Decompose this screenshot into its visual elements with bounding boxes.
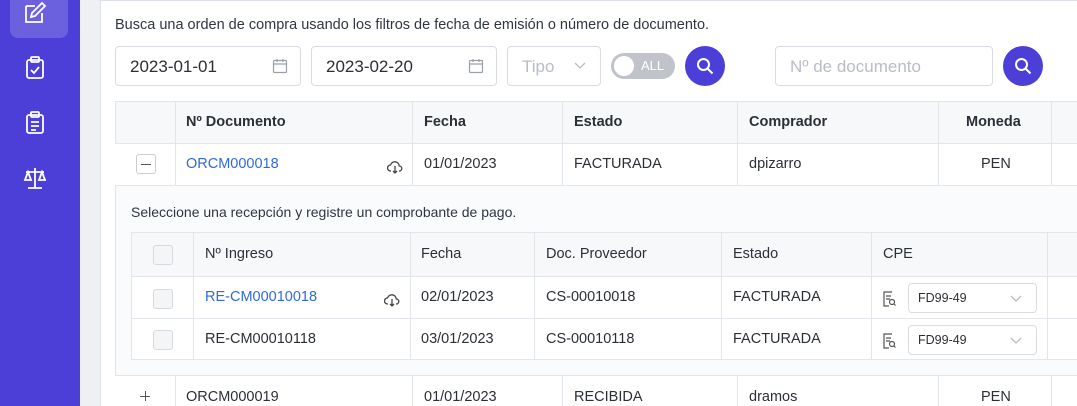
col-header-cpe[interactable]: CPE [883,246,913,262]
help-text: Busca una orden de compra usando los fil… [115,17,710,33]
order-estado: FACTURADA [574,156,662,172]
divider [175,376,176,406]
cpe-select[interactable]: FD99-49 [908,283,1037,313]
clipboard-list-icon[interactable] [22,110,48,136]
divider [115,375,1077,376]
date-from-field[interactable]: 2023-01-01 [115,46,301,86]
toggle-label: ALL [641,58,665,73]
cloud-download-icon[interactable] [384,293,400,307]
date-to-field[interactable]: 2023-02-20 [311,46,497,86]
document-search-icon[interactable] [882,291,896,307]
divider [175,101,176,185]
minus-icon [141,164,151,165]
reception-estado: FACTURADA [733,331,821,347]
doc-search-button[interactable] [1003,46,1043,86]
search-button[interactable] [685,46,725,86]
divider [410,232,411,360]
order-estado: RECIBIDA [574,389,643,405]
order-doc[interactable]: ORCM000019 [186,389,279,405]
col-header-ingreso[interactable]: Nº Ingreso [205,246,273,262]
cloud-download-icon[interactable] [387,160,403,174]
row-expand-button[interactable] [136,387,156,406]
all-toggle[interactable]: ALL [611,53,675,79]
doc-number-placeholder: Nº de documento [790,57,921,76]
divider [412,101,413,185]
divider [938,101,939,185]
sidebar [0,0,80,406]
calendar-icon [272,59,288,74]
divider [131,318,1077,319]
divider [131,276,1077,277]
plus-icon-bar [145,391,146,401]
clipboard-check-icon[interactable] [22,55,48,81]
divider [871,232,872,360]
reception-estado: FACTURADA [733,289,821,305]
divider [562,101,563,185]
col-header-documento[interactable]: Nº Documento [186,114,286,130]
date-from-value: 2023-01-01 [130,57,217,76]
cpe-select[interactable]: FD99-49 [908,325,1037,355]
col-header-doc-proveedor[interactable]: Doc. Proveedor [546,246,647,262]
search-icon [1015,58,1032,75]
col-header-comprador[interactable]: Comprador [749,114,827,130]
row-checkbox[interactable] [153,289,173,309]
col-header-fecha[interactable]: Fecha [421,246,461,262]
reception-fecha: 02/01/2023 [421,289,494,305]
divider [193,232,194,360]
calendar-icon [468,59,484,74]
divider [562,376,563,406]
divider [737,101,738,185]
reception-doc-proveedor: CS-00010018 [546,289,636,305]
document-search-icon[interactable] [882,333,896,349]
order-moneda: PEN [981,389,1011,405]
reception-ingreso-link[interactable]: RE-CM00010018 [205,289,317,305]
divider [534,232,535,360]
scale-icon[interactable] [22,165,48,191]
divider [412,376,413,406]
col-header-fecha[interactable]: Fecha [424,114,466,130]
doc-number-input[interactable]: Nº de documento [775,46,993,86]
order-fecha: 01/01/2023 [424,156,497,172]
select-all-checkbox[interactable] [153,245,173,265]
chevron-down-icon [1010,337,1022,344]
order-doc-link[interactable]: ORCM000018 [186,156,279,172]
col-header-moneda[interactable]: Moneda [966,114,1021,130]
divider [1047,232,1048,360]
search-icon [697,58,714,75]
toggle-knob [614,56,634,76]
cpe-value: FD99-49 [918,333,967,347]
chevron-down-icon [1010,295,1022,302]
divider [938,376,939,406]
reception-instruction: Seleccione una recepción y registre un c… [131,204,517,220]
reception-fecha: 03/01/2023 [421,331,494,347]
reception-doc-proveedor: CS-00010118 [546,331,635,347]
divider [115,143,1077,144]
col-header-estado[interactable]: Estado [574,114,622,130]
divider [1051,376,1052,406]
tipo-placeholder: Tipo [522,57,555,76]
row-collapse-button[interactable] [136,154,156,174]
reception-ingreso: RE-CM00010118 [205,331,316,347]
edit-icon[interactable] [22,0,48,26]
divider [1051,101,1052,185]
divider [721,232,722,360]
order-comprador: dramos [749,389,798,405]
order-comprador: dpizarro [749,156,802,172]
date-to-value: 2023-02-20 [326,57,413,76]
cpe-value: FD99-49 [918,291,967,305]
row-checkbox[interactable] [153,330,173,350]
col-header-estado[interactable]: Estado [733,246,778,262]
divider [737,376,738,406]
chevron-down-icon [574,62,586,69]
order-moneda: PEN [981,156,1011,172]
tipo-select[interactable]: Tipo [507,46,601,86]
order-fecha: 01/01/2023 [424,389,497,405]
